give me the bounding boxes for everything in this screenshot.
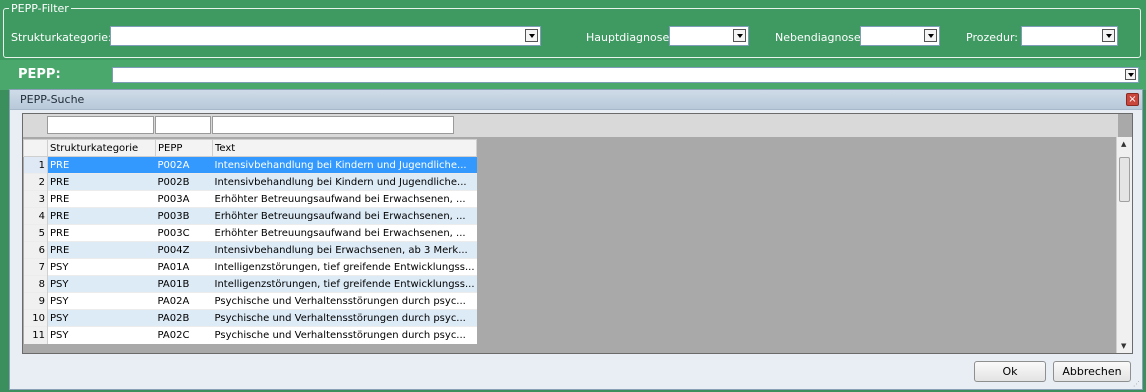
filter-text-input[interactable] [212,116,454,134]
prozedur-select[interactable] [1021,26,1118,46]
nebendiagnose-select[interactable] [860,26,940,46]
resize-grip-icon[interactable]: ⋰ [1133,380,1141,388]
strukturkategorie-cell[interactable]: PSY [47,326,156,344]
text-cell[interactable]: Intensivbehandlung bei Erwachsenen, ab 3… [212,241,477,259]
chevron-down-icon[interactable] [1102,29,1115,42]
chevron-down-icon[interactable] [733,29,746,42]
vertical-scrollbar[interactable]: ▲ ▼ [1116,137,1132,353]
chevron-down-icon[interactable] [525,29,538,42]
text-cell[interactable]: Psychische und Verhaltensstörungen durch… [212,292,477,310]
column-header-text[interactable]: Text [211,139,478,157]
scrollbar-thumb[interactable] [1119,157,1130,202]
text-cell[interactable]: Psychische und Verhaltensstörungen durch… [212,326,477,344]
pepp-cell[interactable]: PA02A [155,292,213,310]
text-cell[interactable]: Intensivbehandlung bei Kindern und Jugen… [212,173,477,191]
table-row[interactable]: 7 PSY PA01A Intelligenzstörungen, tief grei… [23,258,477,276]
pepp-cell[interactable]: PA01A [155,258,213,276]
row-number-cell[interactable]: 11 [23,326,48,344]
row-number-cell[interactable]: 1 [23,156,48,174]
scroll-up-icon[interactable]: ▲ [1121,140,1126,148]
strukturkategorie-cell[interactable]: PRE [47,156,156,174]
text-cell[interactable]: Intelligenzstörungen, tief greifende Ent… [212,258,477,276]
row-number-cell[interactable]: 7 [23,258,48,276]
strukturkategorie-cell[interactable]: PSY [47,309,156,327]
column-header-pepp[interactable]: PEPP [155,139,213,157]
strukturkategorie-cell[interactable]: PRE [47,173,156,191]
chevron-down-icon[interactable] [1125,69,1136,80]
strukturkategorie-cell[interactable]: PSY [47,292,156,310]
abbrechen-button[interactable]: Abbrechen [1053,361,1131,382]
row-number-cell[interactable]: 10 [23,309,48,327]
pepp-select[interactable] [112,67,1139,83]
pepp-label: PEPP: [18,67,61,82]
chevron-down-icon[interactable] [924,29,937,42]
text-cell[interactable]: Intelligenzstörungen, tief greifende Ent… [212,275,477,293]
hauptdiagnose-label: Hauptdiagnose: [586,31,673,44]
table-row[interactable]: 11 PSY PA02C Psychische und Verhaltensstöru… [23,326,477,344]
strukturkategorie-cell[interactable]: PRE [47,224,156,242]
strukturkategorie-select[interactable] [110,26,541,46]
row-number-cell[interactable]: 6 [23,241,48,259]
dialog-title: PEPP-Suche [20,93,85,106]
table-row[interactable]: 8 PSY PA01B Intelligenzstörungen, tief grei… [23,275,477,293]
table-row[interactable]: 5 PRE P003C Erhöhter Betreuungsaufwand bei … [23,224,477,242]
row-number-header [23,139,48,157]
text-cell[interactable]: Psychische und Verhaltensstörungen durch… [212,309,477,327]
text-cell[interactable]: Intensivbehandlung bei Kindern und Jugen… [212,156,477,174]
row-number-cell[interactable]: 9 [23,292,48,310]
pepp-cell[interactable]: P004Z [155,241,213,259]
pepp-table: Strukturkategorie PEPP Text 1 PRE P002A Int… [23,139,478,344]
pepp-cell[interactable]: P003B [155,207,213,225]
pepp-cell[interactable]: P002B [155,173,213,191]
pepp-cell[interactable]: P003C [155,224,213,242]
table-row[interactable]: 6 PRE P004Z Intensivbehandlung bei Erwachse… [23,241,477,259]
filter-pepp-input[interactable] [155,116,211,134]
table-row[interactable]: 1 PRE P002A Intensivbehandlung bei Kindern … [23,156,477,174]
scroll-down-icon[interactable]: ▼ [1121,342,1126,350]
table-row[interactable]: 10 PSY PA02B Psychische und Verhaltensstöru… [23,309,477,327]
table-row[interactable]: 2 PRE P002B Intensivbehandlung bei Kindern … [23,173,477,191]
strukturkategorie-cell[interactable]: PRE [47,190,156,208]
row-number-cell[interactable]: 8 [23,275,48,293]
ok-button[interactable]: Ok [974,361,1046,382]
grid-filter-row [23,114,1118,137]
pepp-cell[interactable]: PA02C [155,326,213,344]
dialog-titlebar[interactable]: PEPP-Suche × [10,90,1142,110]
hauptdiagnose-select[interactable] [669,26,749,46]
strukturkategorie-cell[interactable]: PSY [47,275,156,293]
row-number-cell[interactable]: 5 [23,224,48,242]
pepp-suche-dialog: PEPP-Suche × Strukturkategorie PEPP Text… [9,89,1143,390]
pepp-cell[interactable]: P002A [155,156,213,174]
pepp-row: PEPP: [0,60,1146,90]
close-icon[interactable]: × [1126,93,1139,106]
nebendiagnose-label: Nebendiagnose: [775,31,865,44]
pepp-grid: Strukturkategorie PEPP Text 1 PRE P002A Int… [22,113,1133,354]
prozedur-label: Prozedur: [966,31,1018,44]
column-header-strukturkategorie[interactable]: Strukturkategorie [47,139,156,157]
table-body: 1 PRE P002A Intensivbehandlung bei Kindern … [23,156,477,344]
pepp-cell[interactable]: PA01B [155,275,213,293]
filter-strukturkategorie-input[interactable] [47,116,154,134]
pepp-filter-panel: PEPP-Filter Strukturkategorie: Hauptdiag… [0,0,1146,60]
strukturkategorie-cell[interactable]: PRE [47,207,156,225]
row-number-cell[interactable]: 2 [23,173,48,191]
filter-legend: PEPP-Filter [9,2,71,15]
row-number-cell[interactable]: 4 [23,207,48,225]
table-row[interactable]: 4 PRE P003B Erhöhter Betreuungsaufwand bei … [23,207,477,225]
table-header-row: Strukturkategorie PEPP Text [23,139,478,157]
text-cell[interactable]: Erhöhter Betreuungsaufwand bei Erwachsen… [212,207,477,225]
row-number-cell[interactable]: 3 [23,190,48,208]
strukturkategorie-label: Strukturkategorie: [11,31,112,44]
strukturkategorie-cell[interactable]: PSY [47,258,156,276]
pepp-cell[interactable]: PA02B [155,309,213,327]
text-cell[interactable]: Erhöhter Betreuungsaufwand bei Erwachsen… [212,224,477,242]
text-cell[interactable]: Erhöhter Betreuungsaufwand bei Erwachsen… [212,190,477,208]
pepp-cell[interactable]: P003A [155,190,213,208]
table-row[interactable]: 3 PRE P003A Erhöhter Betreuungsaufwand bei … [23,190,477,208]
table-row[interactable]: 9 PSY PA02A Psychische und Verhaltensstörun… [23,292,477,310]
strukturkategorie-cell[interactable]: PRE [47,241,156,259]
